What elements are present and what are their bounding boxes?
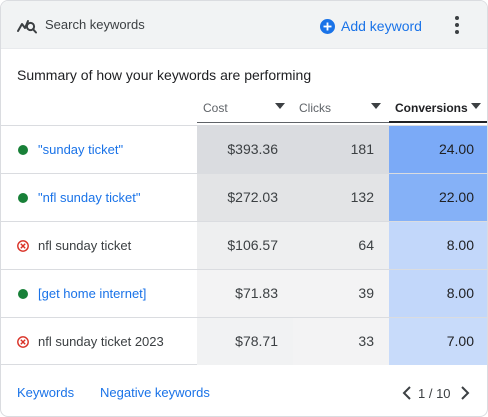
chevron-right-icon[interactable] bbox=[459, 384, 471, 402]
table-row: "nfl sunday ticket" $272.03 132 22.00 bbox=[1, 173, 487, 221]
pagination-label: 1 / 10 bbox=[418, 386, 451, 401]
green-dot-icon bbox=[18, 289, 28, 299]
cost-cell: $71.83 bbox=[197, 270, 293, 317]
tab-keywords[interactable]: Keywords bbox=[17, 385, 74, 400]
keyword-link[interactable]: "sunday ticket" bbox=[38, 142, 123, 157]
column-header-cost-label: Cost bbox=[203, 101, 228, 115]
cost-cell: $78.71 bbox=[197, 318, 293, 365]
tab-negative-keywords[interactable]: Negative keywords bbox=[100, 385, 210, 400]
add-keyword-label: Add keyword bbox=[341, 18, 422, 34]
column-header-conversions-label: Conversions bbox=[395, 101, 468, 115]
conversions-cell: 8.00 bbox=[389, 270, 487, 317]
search-keywords-label[interactable]: Search keywords bbox=[45, 17, 145, 32]
chevron-down-icon bbox=[275, 103, 285, 109]
keywords-card: Search keywords Add keyword Summary of h… bbox=[0, 0, 488, 417]
cost-cell: $106.57 bbox=[197, 222, 293, 269]
cancel-circle-icon bbox=[17, 336, 29, 348]
green-dot-icon bbox=[18, 145, 28, 155]
clicks-cell: 132 bbox=[293, 174, 389, 221]
clicks-cell: 64 bbox=[293, 222, 389, 269]
keyword-text: nfl sunday ticket bbox=[38, 238, 132, 253]
search-keywords-icon bbox=[17, 20, 37, 34]
clicks-cell: 33 bbox=[293, 318, 389, 365]
clicks-cell: 39 bbox=[293, 270, 389, 317]
keyword-link[interactable]: "nfl sunday ticket" bbox=[38, 190, 140, 205]
chevron-left-icon[interactable] bbox=[401, 384, 413, 402]
column-header-conversions[interactable]: Conversions bbox=[389, 97, 487, 123]
keyword-link[interactable]: [get home internet] bbox=[38, 286, 146, 301]
chevron-down-icon bbox=[471, 103, 481, 109]
table-row: nfl sunday ticket 2023 $78.71 33 7.00 bbox=[1, 317, 487, 365]
column-header-clicks[interactable]: Clicks bbox=[293, 97, 389, 123]
keyword-text: nfl sunday ticket 2023 bbox=[38, 334, 164, 349]
column-header-cost[interactable]: Cost bbox=[197, 97, 293, 123]
card-toolbar: Search keywords Add keyword bbox=[1, 1, 487, 49]
table-row: nfl sunday ticket $106.57 64 8.00 bbox=[1, 221, 487, 269]
cost-cell: $272.03 bbox=[197, 174, 293, 221]
cancel-circle-icon bbox=[17, 240, 29, 252]
add-circle-icon bbox=[320, 18, 335, 34]
conversions-cell: 24.00 bbox=[389, 126, 487, 173]
more-vert-icon[interactable] bbox=[449, 13, 465, 37]
conversions-cell: 22.00 bbox=[389, 174, 487, 221]
conversions-cell: 8.00 bbox=[389, 222, 487, 269]
chevron-down-icon bbox=[371, 103, 381, 109]
table-row: "sunday ticket" $393.36 181 24.00 bbox=[1, 125, 487, 173]
table-row: [get home internet] $71.83 39 8.00 bbox=[1, 269, 487, 317]
cost-cell: $393.36 bbox=[197, 126, 293, 173]
column-header-clicks-label: Clicks bbox=[299, 101, 331, 115]
add-keyword-button[interactable]: Add keyword bbox=[320, 15, 422, 37]
clicks-cell: 181 bbox=[293, 126, 389, 173]
conversions-cell: 7.00 bbox=[389, 318, 487, 365]
keywords-table: "sunday ticket" $393.36 181 24.00 "nfl s… bbox=[1, 125, 487, 365]
green-dot-icon bbox=[18, 193, 28, 203]
card-footer: Keywords Negative keywords 1 / 10 bbox=[1, 373, 487, 413]
summary-title: Summary of how your keywords are perform… bbox=[17, 67, 312, 83]
